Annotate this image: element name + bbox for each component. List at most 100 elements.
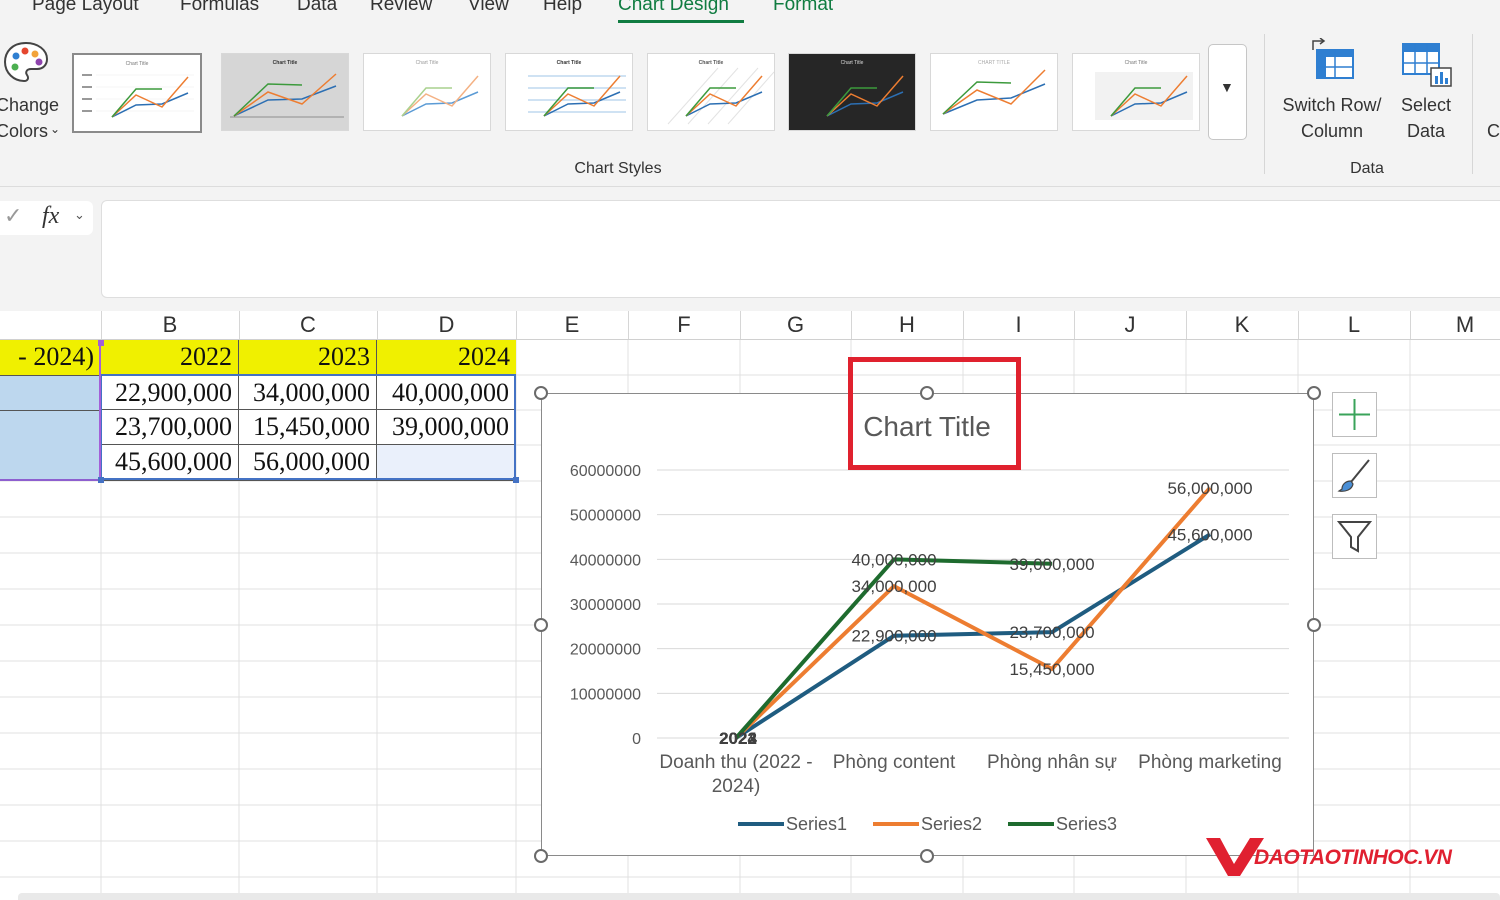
resize-handle-left[interactable] [534, 618, 548, 632]
select-data-button[interactable]: Select Data [1394, 36, 1458, 148]
next-group-button-label[interactable]: C [1487, 118, 1500, 144]
group-separator [1472, 34, 1473, 174]
chart-styles-button[interactable] [1332, 453, 1377, 498]
svg-text:Chart Title: Chart Title [416, 60, 439, 66]
select-data-label-2: Data [1406, 121, 1446, 141]
resize-handle-right[interactable] [1307, 618, 1321, 632]
chart-styles-more-button[interactable]: ▼ [1208, 44, 1247, 140]
column-header-k[interactable]: K [1186, 311, 1299, 339]
cell-a1[interactable]: - 2024) [0, 340, 101, 375]
data-label: 34,000,000 [851, 577, 936, 596]
cell-a3[interactable] [0, 410, 101, 445]
column-header-b[interactable]: B [101, 311, 240, 339]
resize-handle-top[interactable] [920, 386, 934, 400]
switch-row-label-1: Switch Row/ [1282, 95, 1382, 115]
x-category-label: Phòng nhân sự [987, 752, 1117, 773]
resize-handle-top-left[interactable] [534, 386, 548, 400]
legend-label: Series3 [1056, 814, 1117, 834]
cell-c4[interactable]: 56,000,000 [239, 445, 377, 481]
cell-d1[interactable]: 2024 [377, 340, 516, 375]
column-header-j[interactable]: J [1074, 311, 1187, 339]
chart-style-4[interactable]: Chart Title [505, 53, 633, 131]
cell-d4[interactable] [377, 445, 516, 481]
sheet-tabs-bar [18, 893, 1500, 900]
y-tick-label: 30000000 [570, 597, 641, 614]
cell-b3[interactable]: 23,700,000 [101, 410, 239, 445]
tab-help[interactable]: Help [543, 0, 582, 16]
cell-b4[interactable]: 45,600,000 [101, 445, 239, 481]
x-category-label: Doanh thu (2022 - [659, 752, 812, 773]
data-label: 15,450,000 [1009, 660, 1094, 679]
switch-row-label-2: Column [1300, 121, 1364, 141]
resize-handle-bottom-left[interactable] [534, 849, 548, 863]
column-header-i[interactable]: I [963, 311, 1075, 339]
x-category-label: 2024) [712, 776, 761, 797]
change-colors-label-1: Change [0, 95, 60, 115]
column-header-f[interactable]: F [628, 311, 741, 339]
chart-style-6[interactable]: Chart Title [788, 53, 916, 131]
cell-a2[interactable] [0, 375, 101, 410]
data-label: 40,000,000 [851, 550, 936, 569]
cell-c1[interactable]: 2023 [239, 340, 377, 375]
range-handle[interactable] [98, 340, 104, 346]
resize-handle-bottom[interactable] [920, 849, 934, 863]
chart-style-2[interactable]: Chart Title [221, 53, 349, 131]
column-header-d[interactable]: D [377, 311, 517, 339]
data-label: 45,600,000 [1167, 525, 1252, 544]
chart-style-3[interactable]: Chart Title [363, 53, 491, 131]
formula-input[interactable] [101, 200, 1500, 298]
column-header-l[interactable]: L [1298, 311, 1411, 339]
ribbon-tab-bar: Page Layout Formulas Data Review View He… [0, 0, 1500, 26]
tab-format[interactable]: Format [773, 0, 833, 16]
svg-text:Chart Title: Chart Title [1125, 60, 1148, 66]
tab-review[interactable]: Review [370, 0, 432, 16]
column-header-e[interactable]: E [516, 311, 629, 339]
switch-row-column-button[interactable]: Switch Row/ Column [1276, 36, 1388, 148]
cell-c3[interactable]: 15,450,000 [239, 410, 377, 445]
chart-style-1[interactable]: Chart Title [72, 53, 202, 133]
change-colors-label-2: Colors [0, 121, 49, 141]
cell-a4[interactable] [0, 445, 101, 481]
column-header-g[interactable]: G [740, 311, 852, 339]
cell-b2[interactable]: 22,900,000 [101, 375, 239, 410]
tab-chart-design[interactable]: Chart Design [618, 0, 729, 16]
plus-icon [1339, 399, 1370, 430]
more-dropdown-icon: ▼ [1220, 79, 1234, 95]
cell-d3[interactable]: 39,000,000 [377, 410, 516, 445]
column-header-m[interactable]: M [1410, 311, 1500, 339]
range-handle[interactable] [513, 477, 519, 483]
column-header-h[interactable]: H [851, 311, 964, 339]
data-label: 22,900,000 [851, 627, 936, 646]
chart-styles-group-label: Chart Styles [574, 160, 662, 177]
chart-filters-button[interactable] [1332, 514, 1377, 559]
cell-c2[interactable]: 34,000,000 [239, 375, 377, 410]
column-header-c[interactable]: C [239, 311, 378, 339]
y-tick-label: 50000000 [570, 508, 641, 525]
chart-elements-button[interactable] [1332, 392, 1377, 437]
svg-text:Chart Title: Chart Title [273, 60, 298, 66]
column-headers: B C D E F G H I J K L M [0, 311, 1500, 340]
tab-view[interactable]: View [468, 0, 509, 16]
group-separator [1264, 34, 1265, 174]
ribbon: Change Colors ⌄ Chart Title Chart Title … [0, 26, 1500, 187]
active-tab-indicator [618, 20, 744, 23]
tab-page-layout[interactable]: Page Layout [32, 0, 139, 16]
chart-style-8[interactable]: Chart Title [1072, 53, 1200, 131]
fx-insert-function-button[interactable]: fx [42, 203, 59, 230]
range-handle[interactable] [98, 477, 104, 483]
cell-d2[interactable]: 40,000,000 [377, 375, 516, 410]
cell-b1[interactable]: 2022 [101, 340, 239, 375]
enter-check-icon[interactable]: ✓ [4, 203, 22, 229]
chart-style-5[interactable]: Chart Title [647, 53, 775, 131]
resize-handle-top-right[interactable] [1307, 386, 1321, 400]
y-tick-label: 20000000 [570, 642, 641, 659]
svg-text:Chart Title: Chart Title [841, 60, 864, 66]
change-colors-button[interactable]: Change Colors ⌄ [0, 36, 64, 146]
legend-label: Series1 [786, 814, 847, 834]
column-header-a[interactable] [0, 311, 102, 339]
chart-style-7[interactable]: CHART TITLE [930, 53, 1058, 131]
series-line-series2 [734, 486, 1212, 740]
tab-data[interactable]: Data [297, 0, 337, 16]
tab-formulas[interactable]: Formulas [180, 0, 259, 16]
chevron-down-icon[interactable]: ⌄ [74, 207, 85, 223]
